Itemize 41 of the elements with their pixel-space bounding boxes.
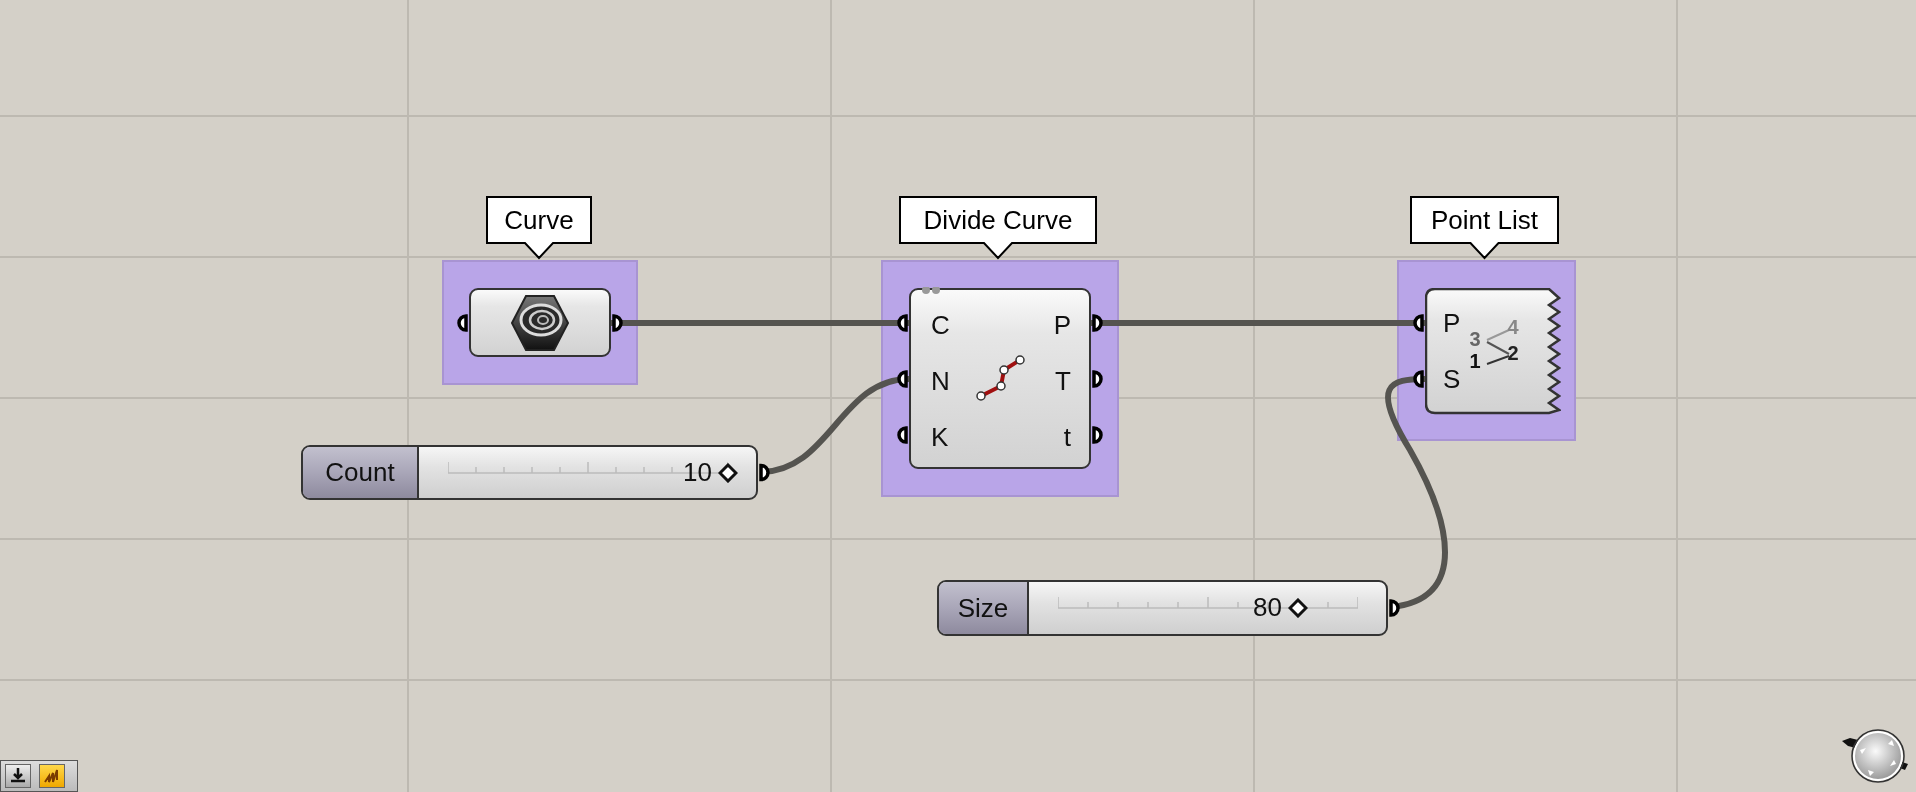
scribble-icon — [43, 767, 61, 785]
port-grip[interactable] — [897, 426, 908, 444]
port-grip[interactable] — [1413, 314, 1424, 332]
port-grip[interactable] — [1092, 426, 1103, 444]
slider-grip[interactable] — [718, 463, 738, 483]
input-label: P — [1443, 307, 1461, 340]
slider-value: 10 — [683, 456, 712, 488]
port-grip[interactable] — [1413, 370, 1424, 388]
component-body[interactable] — [1425, 288, 1561, 415]
port-grip[interactable] — [759, 463, 770, 482]
port-grip[interactable] — [897, 314, 908, 332]
name-tooltip: Divide Curve — [899, 196, 1097, 260]
port-grip[interactable] — [1389, 599, 1400, 617]
input-label: K — [931, 421, 949, 454]
port-grip[interactable] — [1092, 370, 1103, 388]
port-grip[interactable] — [1092, 314, 1103, 332]
number-slider[interactable]: Size 80 — [937, 580, 1388, 636]
port-grip[interactable] — [612, 314, 623, 332]
toolbar-button[interactable] — [39, 764, 65, 788]
output-label: P — [1053, 309, 1071, 342]
number-slider[interactable]: Count 10 — [301, 445, 758, 500]
toolbar-button[interactable] — [5, 764, 31, 788]
component-body[interactable]: C N K P T t — [909, 288, 1091, 469]
name-tooltip: Curve — [486, 196, 592, 260]
name-tooltip: Point List — [1410, 196, 1559, 260]
output-label: T — [1055, 365, 1071, 398]
hexagon-spiral-icon — [510, 292, 570, 353]
download-icon — [9, 767, 27, 785]
output-label: t — [1063, 421, 1071, 454]
slider-grip[interactable] — [1288, 598, 1308, 618]
port-grip[interactable] — [897, 370, 908, 388]
status-dots-icon — [921, 287, 943, 295]
input-label: S — [1443, 363, 1461, 396]
component-body[interactable] — [469, 288, 611, 357]
slider-label: Size — [939, 582, 1029, 634]
divided-curve-icon — [975, 354, 1025, 402]
port-grip[interactable] — [457, 314, 468, 332]
input-label: N — [931, 365, 950, 398]
slider-value: 80 — [1253, 591, 1282, 623]
input-label: C — [931, 309, 950, 342]
slider-label: Count — [303, 447, 419, 498]
